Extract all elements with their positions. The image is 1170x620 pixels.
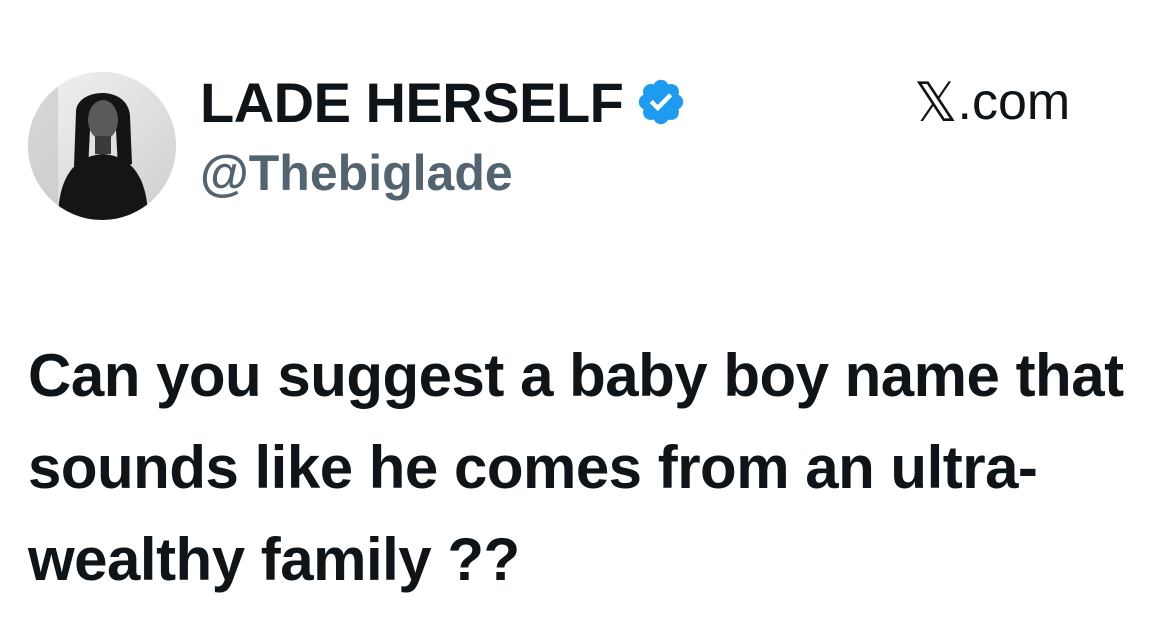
profile-photo-icon (28, 72, 176, 220)
avatar[interactable] (28, 72, 176, 220)
display-name[interactable]: LADE HERSELF (200, 70, 624, 135)
x-logo-icon: 𝕏 (914, 70, 958, 134)
tweet-header: LADE HERSELF @Thebiglade 𝕏 .com (0, 0, 1170, 230)
tweet-text: Can you suggest a baby boy name that sou… (28, 342, 1124, 593)
verified-badge-icon (635, 76, 687, 128)
author-info: LADE HERSELF @Thebiglade (200, 70, 687, 202)
display-name-row: LADE HERSELF (200, 70, 687, 134)
brand-suffix: .com (957, 73, 1071, 131)
author-handle[interactable]: @Thebiglade (200, 144, 687, 202)
x-brand: 𝕏 .com (914, 70, 1071, 134)
